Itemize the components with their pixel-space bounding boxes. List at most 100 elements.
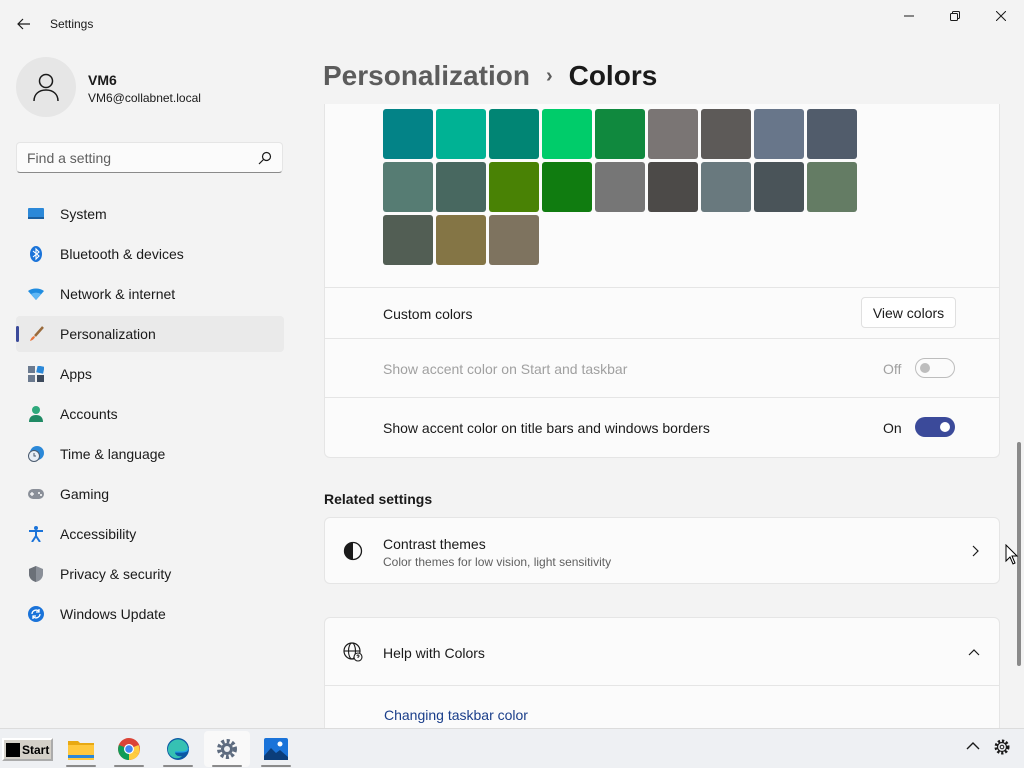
accent-color-swatch[interactable]: [383, 162, 433, 212]
mouse-cursor-icon: [1005, 544, 1018, 565]
accent-color-swatch[interactable]: [436, 162, 486, 212]
search-icon[interactable]: [258, 151, 272, 165]
contrast-themes-title: Contrast themes: [383, 536, 486, 552]
accent-color-swatch[interactable]: [648, 162, 698, 212]
accent-color-swatch[interactable]: [595, 109, 645, 159]
close-icon: [996, 11, 1006, 21]
taskbar-settings[interactable]: [204, 731, 250, 767]
restore-button[interactable]: [932, 0, 978, 32]
minimize-icon: [904, 15, 914, 17]
accent-color-card: Custom colors View colors Show accent co…: [324, 104, 1000, 458]
person-icon: [28, 406, 44, 422]
sidebar-item-accessibility[interactable]: Accessibility: [16, 516, 284, 552]
contrast-themes-subtitle: Color themes for low vision, light sensi…: [383, 555, 612, 569]
chrome-icon: [118, 738, 140, 760]
custom-colors-label: Custom colors: [383, 306, 473, 322]
sidebar-item-accounts[interactable]: Accounts: [16, 396, 284, 432]
user-name: VM6: [88, 72, 117, 88]
accent-color-swatch[interactable]: [807, 109, 857, 159]
accent-color-swatch[interactable]: [542, 162, 592, 212]
accent-color-swatch[interactable]: [489, 215, 539, 265]
accent-color-swatch[interactable]: [701, 162, 751, 212]
accent-color-swatch[interactable]: [701, 109, 751, 159]
gamepad-icon: [28, 486, 44, 502]
accent-color-swatch[interactable]: [383, 109, 433, 159]
taskbar-file-explorer[interactable]: [58, 731, 104, 767]
start-label: Start: [22, 742, 50, 757]
shield-icon: [28, 566, 44, 582]
sidebar-item-network[interactable]: Network & internet: [16, 276, 284, 312]
running-indicator: [212, 765, 242, 767]
divider: [325, 338, 999, 339]
wifi-icon: [28, 286, 44, 302]
contrast-themes-card[interactable]: Contrast themes Color themes for low vis…: [324, 517, 1000, 584]
tray-chevron-up-icon[interactable]: [966, 741, 980, 751]
accent-title-bars-label: Show accent color on title bars and wind…: [383, 420, 710, 436]
accent-color-swatch[interactable]: [754, 162, 804, 212]
accent-start-taskbar-label: Show accent color on Start and taskbar: [383, 361, 628, 377]
sidebar-item-gaming[interactable]: Gaming: [16, 476, 284, 512]
sidebar-item-privacy[interactable]: Privacy & security: [16, 556, 284, 592]
taskbar-photos[interactable]: [253, 731, 299, 767]
accent-start-taskbar-toggle[interactable]: [915, 358, 955, 378]
chevron-up-icon[interactable]: [968, 647, 980, 659]
close-button[interactable]: [978, 0, 1024, 32]
monitor-icon: [28, 206, 44, 222]
user-icon: [33, 73, 59, 102]
sidebar-item-apps[interactable]: Apps: [16, 356, 284, 392]
settings-icon: [217, 739, 237, 759]
accent-color-swatch[interactable]: [383, 215, 433, 265]
sidebar-item-label: Gaming: [60, 486, 110, 502]
avatar[interactable]: [16, 57, 76, 117]
search-box[interactable]: [16, 142, 283, 173]
start-button[interactable]: Start: [2, 738, 53, 761]
accent-color-swatch[interactable]: [436, 215, 486, 265]
accent-start-taskbar-state: Off: [883, 361, 902, 377]
search-input[interactable]: [27, 149, 247, 167]
breadcrumb: Personalization › Colors: [323, 58, 657, 94]
clock-globe-icon: [28, 446, 44, 462]
minimize-button[interactable]: [886, 0, 932, 32]
taskbar-chrome[interactable]: [106, 731, 152, 767]
running-indicator: [66, 765, 96, 767]
sidebar-item-label: Bluetooth & devices: [60, 246, 184, 262]
accent-color-swatch[interactable]: [489, 162, 539, 212]
related-settings-heading: Related settings: [324, 491, 433, 507]
accent-color-swatch[interactable]: [542, 109, 592, 159]
accent-color-swatch[interactable]: [489, 109, 539, 159]
apps-icon: [28, 366, 44, 382]
accent-color-swatch[interactable]: [648, 109, 698, 159]
divider: [325, 287, 999, 288]
taskbar-edge[interactable]: [155, 731, 201, 767]
sidebar-item-label: System: [60, 206, 107, 222]
tray-settings-gear-icon[interactable]: [993, 738, 1011, 756]
sidebar-item-label: Apps: [60, 366, 92, 382]
breadcrumb-parent[interactable]: Personalization: [323, 60, 530, 92]
toggle-knob: [940, 422, 950, 432]
sidebar-item-personalization[interactable]: Personalization: [16, 316, 284, 352]
sidebar-item-label: Accounts: [60, 406, 118, 422]
accent-color-swatch[interactable]: [754, 109, 804, 159]
help-title[interactable]: Help with Colors: [383, 645, 485, 661]
accent-color-swatch[interactable]: [595, 162, 645, 212]
chevron-right-icon: [972, 545, 979, 557]
accent-color-swatch[interactable]: [807, 162, 857, 212]
sidebar-item-label: Time & language: [60, 446, 166, 462]
view-colors-button[interactable]: View colors: [861, 297, 956, 328]
sidebar-item-system[interactable]: System: [16, 196, 284, 232]
photos-icon: [264, 738, 288, 760]
accent-color-swatch[interactable]: [436, 109, 486, 159]
sidebar-item-windows-update[interactable]: Windows Update: [16, 596, 284, 632]
windows-flag-icon: [6, 742, 20, 757]
changing-taskbar-color-link[interactable]: Changing taskbar color: [384, 707, 528, 723]
active-indicator: [16, 326, 19, 342]
sidebar-item-bluetooth[interactable]: Bluetooth & devices: [16, 236, 284, 272]
help-with-colors-card: Help with Colors Changing taskbar color: [324, 617, 1000, 737]
running-indicator: [163, 765, 193, 767]
sidebar-item-time-language[interactable]: Time & language: [16, 436, 284, 472]
accent-title-bars-toggle[interactable]: [915, 417, 955, 437]
divider: [325, 397, 999, 398]
sidebar-nav: System Bluetooth & devices Network & int…: [16, 196, 284, 636]
edge-icon: [167, 738, 189, 760]
back-button[interactable]: [8, 8, 40, 40]
